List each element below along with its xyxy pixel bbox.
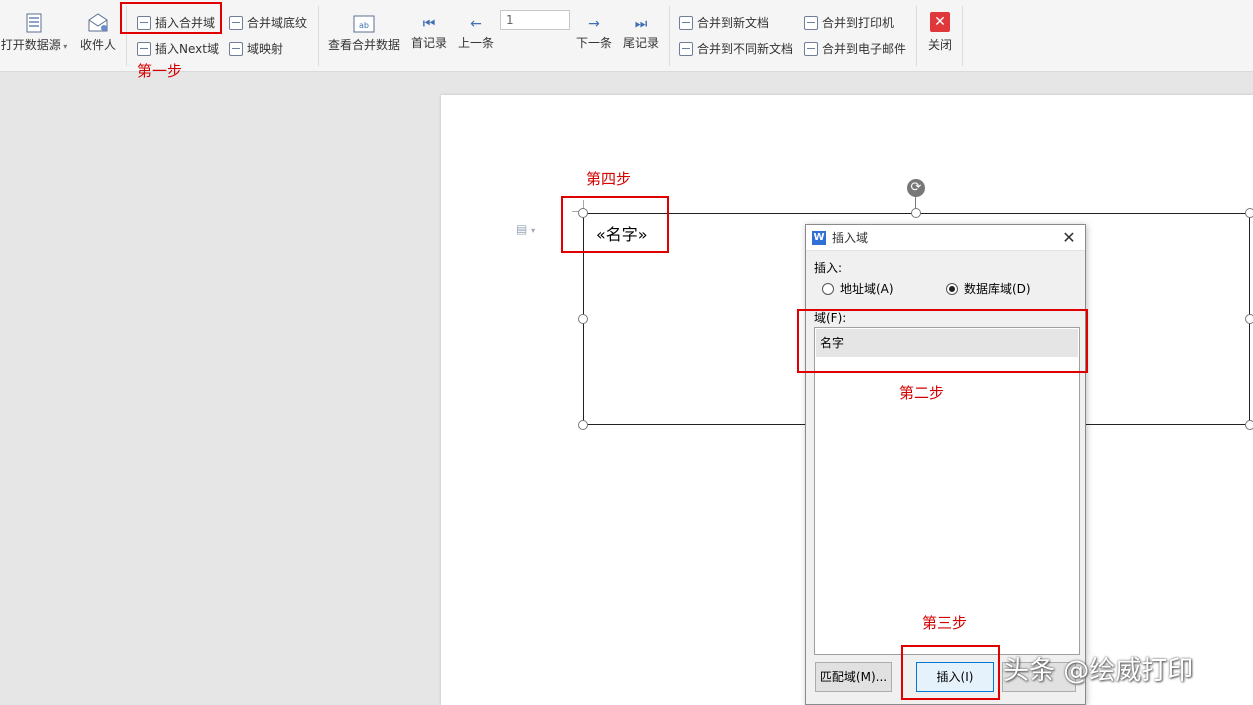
field-mapping-icon (229, 41, 243, 56)
match-fields-button[interactable]: 匹配域(M)... (815, 662, 892, 692)
ribbon-separator (916, 6, 917, 66)
open-data-source-button[interactable]: 打开数据源 ▾ (0, 12, 68, 53)
shading-icon (229, 15, 243, 30)
previous-record-label: 上一条 (457, 36, 494, 50)
database-field-radio[interactable]: 数据库域(D) (946, 280, 1031, 297)
merge-field-shading-label: 合并域底纹 (247, 16, 308, 30)
insert-type-label: 插入: (814, 261, 843, 275)
watermark-text: 头条 @绘威打印 (1003, 656, 1194, 686)
close-icon: ✕ (930, 12, 950, 32)
rotate-handle-icon[interactable]: ⟳ (907, 179, 925, 197)
merge-to-separate-docs-label: 合并到不同新文档 (697, 42, 794, 56)
merge-to-email-button[interactable]: 合并到电子邮件 (804, 40, 906, 57)
separate-docs-icon (679, 41, 693, 56)
previous-record-button[interactable]: ← 上一条 (456, 14, 496, 51)
step3-annotation: 第三步 (922, 614, 968, 632)
address-field-radio[interactable]: 地址域(A) (822, 280, 894, 297)
merge-to-email-label: 合并到电子邮件 (822, 42, 907, 56)
next-record-label: 下一条 (575, 36, 612, 50)
last-record-icon: ⏭ (634, 16, 648, 32)
paste-options-icon[interactable]: ▤ ▾ (516, 222, 544, 238)
step2-highlight (797, 309, 1088, 373)
radio-unchecked-icon (822, 282, 834, 295)
field-mapping-button[interactable]: 域映射 (229, 40, 283, 57)
view-merged-data-button[interactable]: ab 查看合并数据 (326, 14, 402, 53)
first-record-icon: ⏮ (422, 16, 436, 32)
resize-handle[interactable] (578, 420, 588, 430)
next-record-button[interactable]: → 下一条 (574, 14, 614, 51)
dialog-close-icon[interactable]: ✕ (1059, 228, 1079, 247)
new-doc-icon (679, 15, 693, 30)
close-merge-button[interactable]: ✕ 关闭 (924, 12, 956, 53)
step1-annotation: 第一步 (137, 62, 183, 80)
fields-listbox[interactable]: 名字 (814, 327, 1080, 655)
step4-annotation: 第四步 (586, 170, 632, 188)
merge-field-shading-button[interactable]: 合并域底纹 (229, 14, 307, 31)
merge-to-printer-label: 合并到打印机 (822, 16, 895, 30)
svg-text:ab: ab (359, 21, 369, 30)
resize-handle[interactable] (578, 314, 588, 324)
record-number-input[interactable]: 1 (500, 10, 570, 30)
email-icon (804, 41, 818, 56)
open-data-source-label: 打开数据源 (0, 38, 61, 52)
radio-checked-icon (946, 282, 958, 295)
ribbon-separator (318, 6, 319, 66)
ribbon-separator (962, 6, 963, 66)
merge-to-new-doc-button[interactable]: 合并到新文档 (679, 14, 769, 31)
field-mapping-label: 域映射 (247, 42, 284, 56)
insert-next-field-label: 插入Next域 (155, 42, 219, 56)
step2-annotation: 第二步 (899, 384, 945, 402)
close-merge-label: 关闭 (927, 38, 952, 52)
next-arrow-icon: → (588, 16, 600, 32)
resize-handle[interactable] (1245, 314, 1253, 324)
insert-next-field-button[interactable]: 插入Next域 (137, 40, 219, 57)
dialog-title-bar: W 插入域 (806, 225, 1085, 251)
database-field-label: 数据库域(D) (964, 282, 1031, 296)
address-field-label: 地址域(A) (840, 282, 894, 296)
previous-arrow-icon: ← (470, 16, 482, 32)
step4-highlight (561, 196, 669, 253)
resize-handle[interactable] (1245, 208, 1253, 218)
dialog-title: 插入域 (832, 231, 869, 245)
data-source-icon (26, 13, 42, 33)
merge-to-separate-docs-button[interactable]: 合并到不同新文档 (679, 40, 793, 57)
resize-handle[interactable] (911, 208, 921, 218)
ribbon-separator (669, 6, 670, 66)
merge-to-new-doc-label: 合并到新文档 (697, 16, 770, 30)
recipients-label: 收件人 (79, 38, 116, 52)
printer-icon (804, 15, 818, 30)
recipients-icon (88, 13, 108, 32)
step3-highlight (901, 645, 1000, 700)
last-record-label: 尾记录 (622, 36, 659, 50)
recipients-button[interactable]: 收件人 (76, 12, 120, 53)
next-field-icon (137, 41, 151, 56)
last-record-button[interactable]: ⏭ 尾记录 (621, 14, 661, 51)
view-merged-data-label: 查看合并数据 (327, 38, 400, 52)
first-record-button[interactable]: ⏮ 首记录 (409, 14, 449, 51)
first-record-label: 首记录 (410, 36, 447, 50)
step1-highlight (120, 2, 222, 34)
view-data-icon: ab (353, 15, 375, 33)
resize-handle[interactable] (1245, 420, 1253, 430)
merge-to-printer-button[interactable]: 合并到打印机 (804, 14, 894, 31)
wps-logo-icon: W (812, 230, 826, 245)
